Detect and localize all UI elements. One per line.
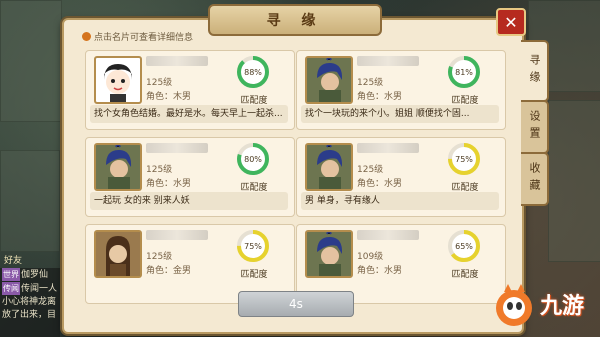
- player-level: 109级: [357, 252, 384, 262]
- player-name-blurred: [146, 230, 208, 240]
- match-ring: 88%: [237, 56, 269, 88]
- player-name-blurred: [357, 56, 419, 66]
- match-card[interactable]: 125级 角色：水男 80% 匹配度 一起玩 女的来 别来人妖: [85, 137, 295, 217]
- avatar-warrior-icon[interactable]: [305, 143, 353, 191]
- logo-text: 九游: [540, 294, 585, 319]
- match-percent: 88%: [244, 68, 262, 77]
- match-label: 匹配度: [240, 270, 268, 280]
- avatar-warrior-icon[interactable]: [94, 143, 142, 191]
- match-card[interactable]: 125级 角色：水男 81% 匹配度 找个一块玩的来个小。姐姐 顺便找个固...: [296, 50, 506, 130]
- chat-line: 传闻 传闻一人: [2, 282, 58, 295]
- chat-line: 放了出来，目: [2, 310, 57, 320]
- player-role: 角色：金男: [146, 266, 192, 276]
- tab-matchmaking[interactable]: 寻缘: [521, 40, 549, 102]
- match-percent: 75%: [455, 155, 473, 164]
- match-ring: 81%: [448, 56, 480, 88]
- player-role: 角色：木男: [146, 92, 192, 102]
- match-ring: 75%: [448, 143, 480, 175]
- dialog-title: 寻 缘: [208, 4, 382, 36]
- avatar-warrior-icon[interactable]: [305, 230, 353, 278]
- match-percent: 65%: [455, 242, 473, 251]
- player-level: 125级: [146, 165, 173, 175]
- close-button[interactable]: ✕: [496, 8, 526, 36]
- chat-panel[interactable]: 世界 伽罗仙 传闻 传闻一人 小心将神龙离 放了出来，目: [0, 268, 60, 337]
- player-message: 找个女角色结婚。最好是水。每天早上一起杀...: [90, 105, 288, 123]
- refresh-timer-button[interactable]: 4s: [238, 291, 354, 317]
- chat-channel-tag: 传闻: [2, 282, 20, 295]
- player-name-blurred: [146, 56, 208, 66]
- player-level: 125级: [357, 78, 384, 88]
- match-percent: 75%: [244, 242, 262, 251]
- player-name-blurred: [146, 143, 208, 153]
- hint-text: 点击名片可查看详细信息: [94, 33, 194, 43]
- match-ring: 65%: [448, 230, 480, 262]
- info-icon: [82, 32, 91, 41]
- player-role: 角色：水男: [357, 179, 403, 189]
- match-percent: 80%: [244, 155, 262, 164]
- player-role: 角色：水男: [357, 266, 403, 276]
- avatar-cartoon-icon[interactable]: [94, 56, 142, 104]
- tab-settings[interactable]: 设置: [521, 100, 549, 154]
- player-message: 找个一块玩的来个小。姐姐 顺便找个固...: [301, 105, 499, 123]
- match-percent: 81%: [455, 68, 473, 77]
- player-level: 125级: [146, 252, 173, 262]
- chat-line: 世界 伽罗仙: [2, 268, 49, 281]
- match-label: 匹配度: [451, 270, 479, 280]
- player-message: 男 单身，寻有缘人: [301, 192, 499, 210]
- hint-row: 点击名片可查看详细信息: [82, 30, 193, 43]
- tab-favorites[interactable]: 收藏: [521, 152, 549, 206]
- avatar-longhair-icon[interactable]: [94, 230, 142, 278]
- player-name-blurred: [357, 230, 419, 240]
- match-ring: 80%: [237, 143, 269, 175]
- player-level: 125级: [357, 165, 384, 175]
- match-card[interactable]: 125级 角色：木男 88% 匹配度 找个女角色结婚。最好是水。每天早上一起杀...: [85, 50, 295, 130]
- player-name-blurred: [357, 143, 419, 153]
- chat-channel-tag: 世界: [2, 268, 20, 281]
- player-message: 一起玩 女的来 别来人妖: [90, 192, 288, 210]
- player-role: 角色：水男: [357, 92, 403, 102]
- avatar-warrior-icon[interactable]: [305, 56, 353, 104]
- player-role: 角色：水男: [146, 179, 192, 189]
- player-level: 125级: [146, 78, 173, 88]
- match-ring: 75%: [237, 230, 269, 262]
- friends-label[interactable]: 好友: [4, 253, 22, 266]
- match-card[interactable]: 125级 角色：水男 75% 匹配度男 单身，寻有缘人: [296, 137, 506, 217]
- chat-line: 小心将神龙离: [2, 297, 57, 307]
